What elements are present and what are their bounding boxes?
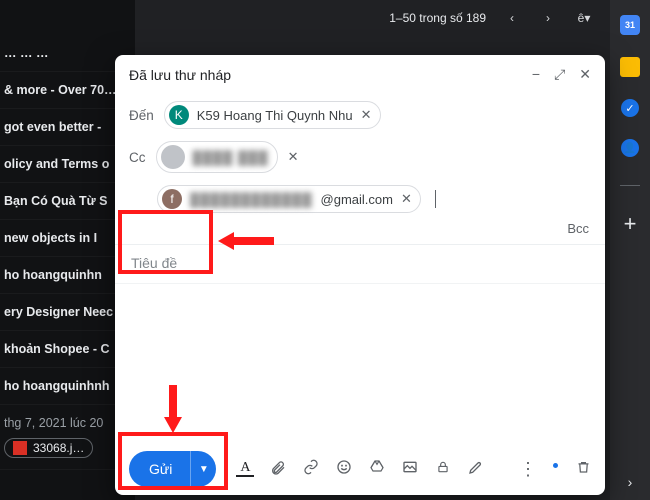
image-file-icon [13,441,27,455]
side-panel: + › [610,0,650,500]
formatting-options-icon[interactable]: A [236,461,254,477]
page-range: 1–50 trong số 189 [389,11,486,25]
tasks-icon[interactable] [621,99,639,117]
more-options-icon[interactable]: ⋮ [519,459,535,480]
input-tools-icon[interactable]: ê▾ [574,11,594,25]
recipient-chip[interactable]: K K59 Hoang Thi Quynh Nhu ✕ [164,101,381,129]
prev-page-icon[interactable]: ‹ [502,11,522,25]
recipient-chip[interactable]: f ████████████ @gmail.com ✕ [157,185,421,213]
attach-file-icon[interactable] [269,459,287,479]
compose-header: Đã lưu thư nháp − ⤢ ✕ [115,55,605,95]
hide-panel-icon[interactable]: › [628,474,633,490]
next-page-icon[interactable]: › [538,11,558,25]
contacts-icon[interactable] [621,139,639,157]
bcc-toggle-row: Bcc [115,219,605,245]
text-caret [435,190,436,208]
discard-draft-icon[interactable] [576,459,591,479]
fullscreen-icon[interactable]: ⤢ [554,66,565,83]
cc-extra-field[interactable]: f ████████████ @gmail.com ✕ [115,179,605,219]
recipient-name-blurred: ████ ███ [193,150,269,165]
insert-photo-icon[interactable] [401,459,419,479]
remove-chip-icon[interactable]: ✕ [288,149,299,165]
keep-icon[interactable] [620,57,640,77]
send-button[interactable]: Gửi ▼ [129,451,216,487]
pagination-bar: 1–50 trong số 189 ‹ › ê▾ [0,0,610,35]
cc-label: Cc [129,150,146,165]
remove-chip-icon[interactable]: ✕ [401,191,412,207]
bcc-toggle[interactable]: Bcc [567,221,589,236]
to-field[interactable]: Đến K K59 Hoang Thi Quynh Nhu ✕ [115,95,605,135]
add-addon-icon[interactable]: + [624,214,637,234]
unsaved-indicator-icon [553,463,558,468]
avatar [161,145,185,169]
insert-link-icon[interactable] [302,459,320,479]
minimize-icon[interactable]: − [532,66,540,83]
cc-field[interactable]: Cc ████ ███ ✕ [115,135,605,179]
subject-row [115,245,605,284]
insert-drive-icon[interactable] [368,459,386,479]
compose-window: Đã lưu thư nháp − ⤢ ✕ Đến K K59 Hoang Th… [115,55,605,495]
to-label: Đến [129,108,154,123]
subject-input[interactable] [131,255,589,271]
recipient-chip[interactable]: ████ ███ [156,141,278,173]
avatar: f [162,189,182,209]
attachment-filename: 33068.j… [33,441,84,455]
insert-signature-icon[interactable] [467,459,485,479]
confidential-mode-icon[interactable] [434,459,452,479]
remove-chip-icon[interactable]: ✕ [361,107,372,123]
compose-body[interactable] [115,284,605,443]
attachment-chip[interactable]: 33068.j… [4,438,93,458]
compose-title: Đã lưu thư nháp [129,67,231,83]
recipient-email-domain: @gmail.com [321,192,393,207]
avatar: K [169,105,189,125]
recipient-name: K59 Hoang Thi Quynh Nhu [197,108,353,123]
insert-emoji-icon[interactable] [335,459,353,479]
send-button-label: Gửi [129,461,190,477]
send-more-options[interactable]: ▼ [190,451,216,487]
format-toolbar: A [236,459,485,479]
compose-toolbar: Gửi ▼ A [115,443,605,495]
calendar-icon[interactable] [620,15,640,35]
recipient-local-blurred: ████████████ [190,192,313,207]
close-icon[interactable]: ✕ [579,66,591,83]
